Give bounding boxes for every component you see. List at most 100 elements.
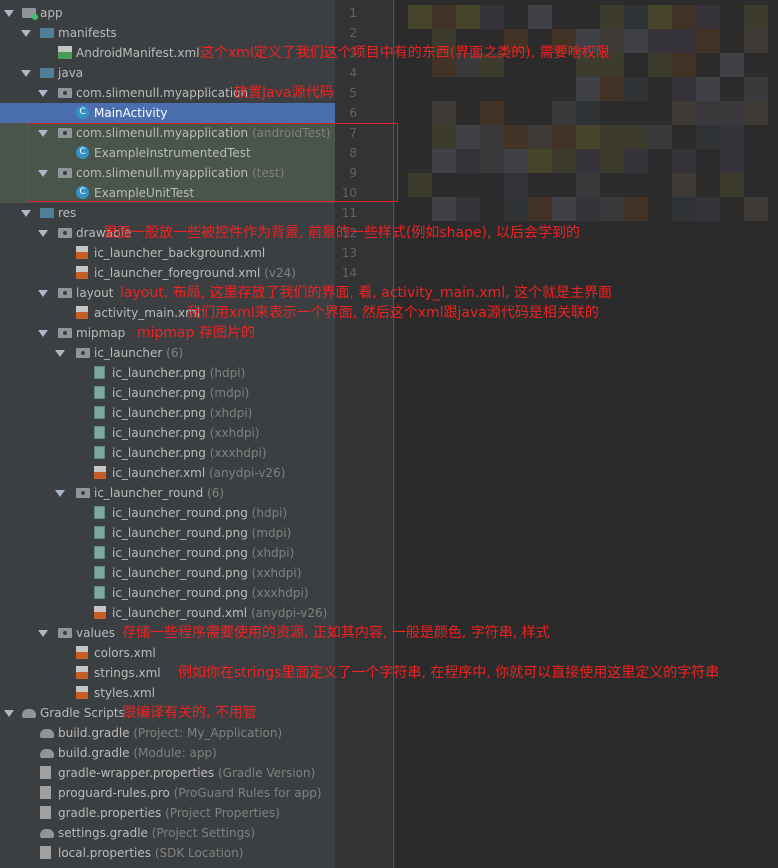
tree-item[interactable]: ic_launcher (6)	[0, 343, 335, 363]
xml-file-icon	[76, 666, 88, 679]
pixelated-code-block	[720, 173, 744, 197]
annotation-text: 存储一些程序需要使用的资源, 正如其内容, 一般是颜色, 字符串, 样式	[122, 625, 550, 641]
tree-item-label: ic_launcher_round.png (xxhdpi)	[112, 566, 302, 580]
tree-item[interactable]: ic_launcher_round.png (xhdpi)	[0, 543, 335, 563]
expand-arrow-icon[interactable]	[38, 290, 48, 297]
tree-item[interactable]: manifests	[0, 23, 335, 43]
tree-item[interactable]: ic_launcher.xml (anydpi-v26)	[0, 463, 335, 483]
pixelated-code-block	[672, 197, 696, 221]
expand-arrow-icon[interactable]	[38, 90, 48, 97]
annotation-text: 我们用xml来表示一个界面, 然后这个xml跟java源代码是相关联的	[187, 305, 599, 321]
line-number: 2	[349, 26, 357, 40]
tree-item[interactable]: proguard-rules.pro (ProGuard Rules for a…	[0, 783, 335, 803]
tree-item[interactable]: styles.xml	[0, 683, 335, 703]
expand-arrow-icon[interactable]	[4, 710, 14, 717]
tree-item[interactable]: ic_launcher_round.png (hdpi)	[0, 503, 335, 523]
tree-item-secondary: (anydpi-v26)	[205, 466, 286, 480]
tree-item[interactable]: ic_launcher.png (xhdpi)	[0, 403, 335, 423]
tree-item[interactable]: local.properties (SDK Location)	[0, 843, 335, 863]
tree-item[interactable]: C MainActivity	[0, 103, 335, 123]
tree-item-label: values	[76, 626, 116, 640]
tree-item[interactable]: colors.xml	[0, 643, 335, 663]
tree-item-label: ic_launcher_round.png (mdpi)	[112, 526, 292, 540]
gradle-icon	[40, 829, 54, 838]
pixelated-code-block	[480, 125, 504, 149]
pixelated-code-block	[552, 101, 576, 125]
expand-arrow-icon[interactable]	[38, 330, 48, 337]
image-file-icon	[94, 526, 105, 539]
expand-arrow-icon[interactable]	[55, 350, 65, 357]
image-file-icon	[94, 506, 105, 519]
tree-item-label: res	[58, 206, 77, 220]
tree-item[interactable]: ic_launcher.png (xxhdpi)	[0, 423, 335, 443]
expand-arrow-icon[interactable]	[21, 30, 31, 37]
expand-arrow-icon[interactable]	[21, 70, 31, 77]
pixelated-code-block	[600, 5, 624, 29]
expand-arrow-icon[interactable]	[38, 230, 48, 237]
image-file-icon	[94, 586, 105, 599]
tree-item-label: ic_launcher.png (hdpi)	[112, 366, 246, 380]
annotation-text: mipmap 存图片的	[137, 325, 255, 341]
pixelated-code-block	[696, 29, 720, 53]
line-number: 4	[349, 66, 357, 80]
pixelated-code-block	[432, 101, 456, 125]
annotation-text: 里面一般放一些被控件作为背景, 前景的一些样式(例如shape), 以后会学到的	[103, 225, 580, 241]
tree-item[interactable]: app	[0, 3, 335, 23]
tree-item-label: ic_launcher.png (xxxhdpi)	[112, 446, 267, 460]
pixelated-code-block	[528, 197, 552, 221]
tree-item[interactable]: ic_launcher_background.xml	[0, 243, 335, 263]
tree-item[interactable]: ic_launcher_round.png (xxxhdpi)	[0, 583, 335, 603]
xml-file-icon	[94, 606, 106, 619]
pixelated-code-block	[504, 149, 528, 173]
tree-item[interactable]: settings.gradle (Project Settings)	[0, 823, 335, 843]
tree-item[interactable]: build.gradle (Project: My_Application)	[0, 723, 335, 743]
tree-item[interactable]: gradle.properties (Project Properties)	[0, 803, 335, 823]
tree-item-secondary: (hdpi)	[205, 366, 246, 380]
expand-arrow-icon[interactable]	[38, 630, 48, 637]
tree-item[interactable]: java	[0, 63, 335, 83]
tree-item-label: layout	[76, 286, 114, 300]
test-packages-highlight-box	[27, 123, 398, 202]
pixelated-code-block	[672, 149, 696, 173]
line-number: 11	[341, 206, 357, 220]
pixelated-code-block	[624, 125, 648, 149]
tree-item[interactable]: ic_launcher.png (hdpi)	[0, 363, 335, 383]
properties-file-icon	[40, 786, 51, 799]
package-folder-icon	[58, 628, 72, 638]
tree-item[interactable]: res	[0, 203, 335, 223]
expand-arrow-icon[interactable]	[4, 10, 14, 17]
tree-item[interactable]: ic_launcher_round.xml (anydpi-v26)	[0, 603, 335, 623]
properties-file-icon	[40, 766, 51, 779]
pixelated-code-block	[432, 149, 456, 173]
pixelated-code-block	[624, 5, 648, 29]
pixelated-code-block	[696, 5, 720, 29]
pixelated-code-block	[744, 5, 768, 29]
tree-item[interactable]: ic_launcher.png (xxxhdpi)	[0, 443, 335, 463]
tree-item[interactable]: ic_launcher_round.png (mdpi)	[0, 523, 335, 543]
expand-arrow-icon[interactable]	[21, 210, 31, 217]
tree-item[interactable]: ic_launcher_round.png (xxhdpi)	[0, 563, 335, 583]
tree-item[interactable]: gradle-wrapper.properties (Gradle Versio…	[0, 763, 335, 783]
pixelated-code-block	[504, 173, 528, 197]
expand-arrow-icon[interactable]	[55, 490, 65, 497]
code-editor-pixelated[interactable]	[396, 0, 778, 868]
tree-item-secondary: (Project Settings)	[147, 826, 256, 840]
tree-item-label: activity_main.xml	[94, 306, 201, 320]
xml-file-icon	[76, 646, 88, 659]
pixelated-code-block	[624, 149, 648, 173]
tree-item-secondary: (Gradle Version)	[214, 766, 316, 780]
tree-item-secondary: (ProGuard Rules for app)	[169, 786, 322, 800]
tree-item[interactable]: ic_launcher_foreground.xml (v24)	[0, 263, 335, 283]
annotation-text: 跟编译有关的, 不用管	[122, 705, 257, 721]
image-file-icon	[94, 386, 105, 399]
tree-item-label: gradle.properties (Project Properties)	[58, 806, 280, 820]
pixelated-code-block	[408, 5, 432, 29]
tree-item[interactable]: ic_launcher.png (mdpi)	[0, 383, 335, 403]
tree-item-label: build.gradle (Project: My_Application)	[58, 726, 283, 740]
tree-item-label: java	[58, 66, 84, 80]
pixelated-code-block	[672, 5, 696, 29]
folder-icon	[40, 28, 54, 38]
tree-item[interactable]: ic_launcher_round (6)	[0, 483, 335, 503]
tree-item[interactable]: build.gradle (Module: app)	[0, 743, 335, 763]
pixelated-code-block	[432, 5, 456, 29]
